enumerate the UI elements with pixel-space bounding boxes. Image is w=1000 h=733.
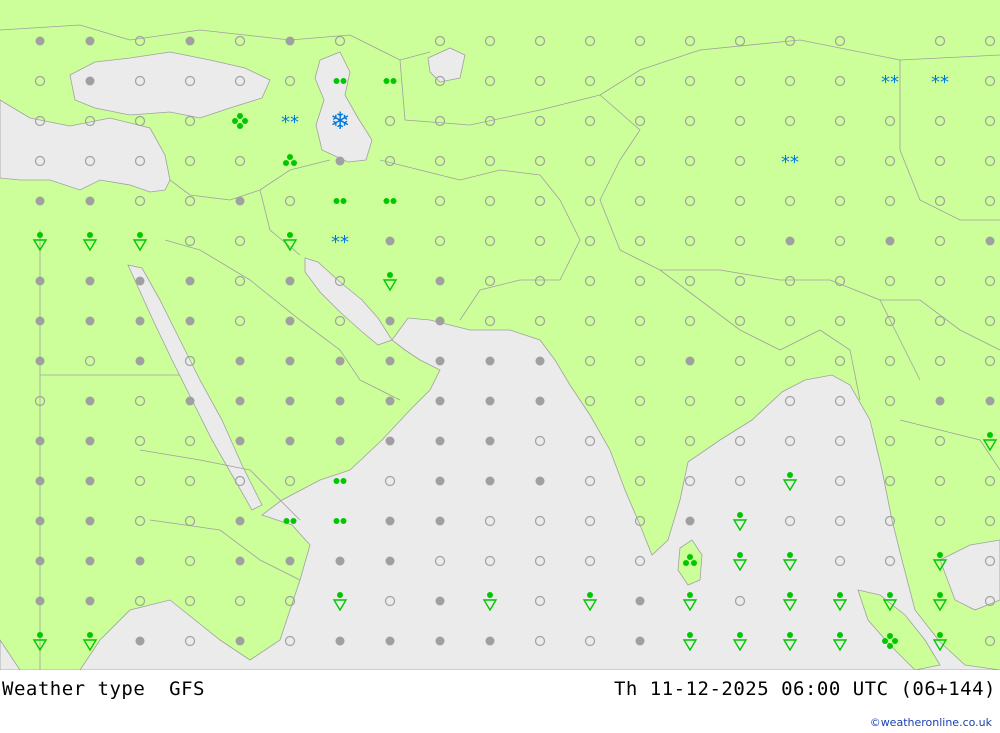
- overcast-icon: [385, 356, 395, 366]
- overcast-icon: [435, 476, 445, 486]
- overcast-icon: [185, 36, 195, 46]
- overcast-icon: [385, 516, 395, 526]
- overcast-icon: [285, 36, 295, 46]
- overcast-icon: [335, 636, 345, 646]
- overcast-icon: [35, 276, 45, 286]
- overcast-icon: [85, 76, 95, 86]
- overcast-icon: [435, 356, 445, 366]
- overcast-icon: [985, 396, 995, 406]
- overcast-icon: [85, 396, 95, 406]
- overcast-icon: [85, 556, 95, 566]
- overcast-icon: [135, 316, 145, 326]
- overcast-icon: [285, 396, 295, 406]
- overcast-icon: [185, 316, 195, 326]
- overcast-icon: [85, 276, 95, 286]
- overcast-icon: [185, 276, 195, 286]
- overcast-icon: [885, 236, 895, 246]
- overcast-icon: [635, 596, 645, 606]
- heavy-snow-icon: ❄: [330, 107, 350, 135]
- snow-icon: **: [281, 112, 299, 133]
- overcast-icon: [435, 276, 445, 286]
- overcast-icon: [235, 516, 245, 526]
- overcast-icon: [135, 356, 145, 366]
- overcast-icon: [35, 476, 45, 486]
- overcast-icon: [485, 636, 495, 646]
- overcast-icon: [85, 516, 95, 526]
- overcast-icon: [335, 556, 345, 566]
- snow-icon: **: [781, 152, 799, 173]
- overcast-icon: [85, 436, 95, 446]
- overcast-icon: [35, 356, 45, 366]
- overcast-icon: [85, 36, 95, 46]
- overcast-icon: [435, 316, 445, 326]
- overcast-icon: [485, 356, 495, 366]
- overcast-icon: [185, 396, 195, 406]
- overcast-icon: [35, 196, 45, 206]
- weather-map: ** ** ** ❄ ** **: [0, 0, 1000, 670]
- overcast-icon: [135, 276, 145, 286]
- overcast-icon: [635, 636, 645, 646]
- overcast-icon: [35, 316, 45, 326]
- overcast-icon: [235, 636, 245, 646]
- overcast-icon: [35, 596, 45, 606]
- overcast-icon: [85, 596, 95, 606]
- snow-icon: **: [331, 232, 349, 253]
- overcast-icon: [385, 396, 395, 406]
- snow-icon: **: [881, 72, 899, 93]
- overcast-icon: [435, 436, 445, 446]
- overcast-icon: [35, 516, 45, 526]
- overcast-icon: [535, 396, 545, 406]
- overcast-icon: [535, 476, 545, 486]
- overcast-icon: [135, 556, 145, 566]
- overcast-icon: [485, 396, 495, 406]
- overcast-icon: [335, 436, 345, 446]
- overcast-icon: [85, 196, 95, 206]
- overcast-icon: [785, 236, 795, 246]
- overcast-icon: [385, 436, 395, 446]
- overcast-icon: [85, 476, 95, 486]
- overcast-icon: [235, 436, 245, 446]
- overcast-icon: [135, 636, 145, 646]
- overcast-icon: [985, 236, 995, 246]
- overcast-icon: [285, 276, 295, 286]
- overcast-icon: [35, 436, 45, 446]
- valid-time: Th 11-12-2025 06:00 UTC (06+144): [613, 678, 996, 700]
- overcast-icon: [935, 396, 945, 406]
- overcast-icon: [335, 396, 345, 406]
- overcast-icon: [285, 316, 295, 326]
- overcast-icon: [235, 556, 245, 566]
- credit-link[interactable]: ©weatheronline.co.uk: [870, 716, 992, 729]
- overcast-icon: [485, 436, 495, 446]
- overcast-icon: [235, 396, 245, 406]
- snow-icon: **: [931, 72, 949, 93]
- overcast-icon: [435, 596, 445, 606]
- overcast-icon: [335, 156, 345, 166]
- footer-title: Weather type GFS: [2, 678, 205, 700]
- overcast-icon: [85, 316, 95, 326]
- overcast-icon: [385, 236, 395, 246]
- overcast-icon: [535, 356, 545, 366]
- overcast-icon: [385, 316, 395, 326]
- overcast-icon: [385, 636, 395, 646]
- overcast-icon: [285, 436, 295, 446]
- overcast-icon: [285, 556, 295, 566]
- overcast-icon: [385, 556, 395, 566]
- overcast-icon: [685, 356, 695, 366]
- overcast-icon: [285, 356, 295, 366]
- map-canvas: ** ** ** ❄ ** **: [0, 0, 1000, 670]
- overcast-icon: [485, 476, 495, 486]
- overcast-icon: [435, 396, 445, 406]
- overcast-icon: [435, 636, 445, 646]
- map-title: Weather type: [2, 678, 146, 700]
- overcast-icon: [35, 556, 45, 566]
- overcast-icon: [335, 356, 345, 366]
- overcast-icon: [435, 516, 445, 526]
- overcast-icon: [235, 356, 245, 366]
- overcast-icon: [685, 516, 695, 526]
- overcast-icon: [235, 196, 245, 206]
- overcast-icon: [35, 36, 45, 46]
- model-name: GFS: [169, 678, 205, 700]
